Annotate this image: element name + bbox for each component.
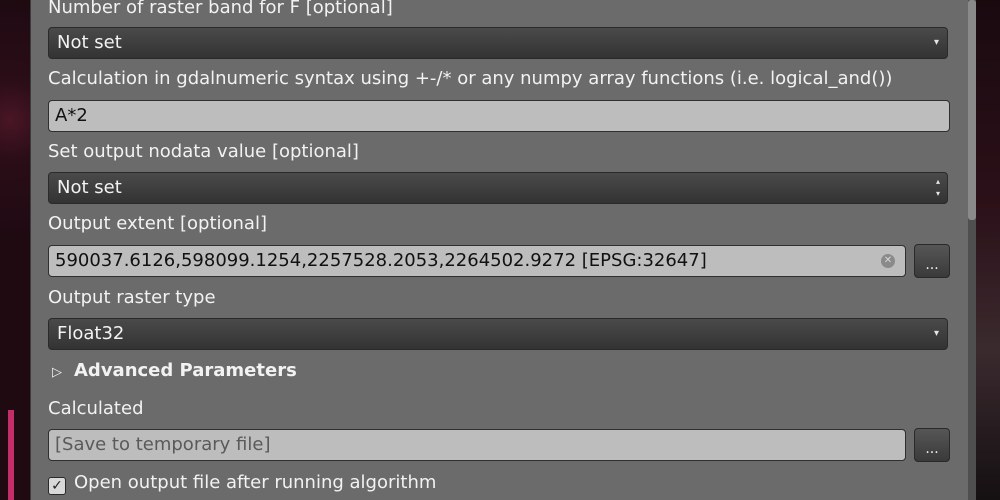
calculation-input[interactable]: A*2 — [48, 100, 950, 132]
background-left — [0, 0, 30, 500]
calculated-label: Calculated — [48, 398, 144, 419]
open-output-option[interactable]: ✓ Open output file after running algorith… — [48, 472, 436, 495]
chevron-down-icon: ▾ — [933, 328, 939, 339]
raster-band-f-label: Number of raster band for F [optional] — [48, 0, 393, 18]
calculated-output-input[interactable]: [Save to temporary file] — [48, 429, 906, 461]
open-output-label: Open output file after running algorithm — [74, 472, 437, 493]
extent-browse-button[interactable]: ... — [914, 244, 950, 278]
raster-band-f-combo[interactable]: Not set ▾ — [48, 27, 948, 59]
spin-arrows[interactable]: ▴ ▾ — [936, 176, 940, 200]
nodata-value: Not set — [57, 177, 122, 198]
raster-band-f-value: Not set — [57, 32, 122, 53]
background-accent-left — [8, 410, 14, 500]
advanced-parameters-toggle[interactable]: ▷ Advanced Parameters — [52, 360, 297, 384]
extent-input[interactable]: 590037.6126,598099.1254,2257528.2053,226… — [48, 245, 906, 277]
raster-type-label: Output raster type — [48, 287, 216, 308]
extent-label: Output extent [optional] — [48, 213, 267, 234]
raster-type-value: Float32 — [57, 323, 125, 344]
calculated-browse-button[interactable]: ... — [914, 428, 950, 462]
clear-icon[interactable]: ✕ — [881, 254, 895, 268]
spin-up-icon[interactable]: ▴ — [936, 177, 940, 186]
expand-triangle-icon: ▷ — [52, 365, 62, 380]
scrollbar-thumb[interactable] — [968, 0, 976, 220]
calculation-label: Calculation in gdalnumeric syntax using … — [48, 68, 893, 89]
spin-down-icon[interactable]: ▾ — [936, 189, 940, 198]
raster-type-combo[interactable]: Float32 ▾ — [48, 318, 948, 350]
chevron-down-icon: ▾ — [933, 37, 939, 48]
nodata-label: Set output nodata value [optional] — [48, 141, 359, 162]
extent-value: 590037.6126,598099.1254,2257528.2053,226… — [55, 250, 707, 271]
open-output-checkbox[interactable]: ✓ — [48, 477, 66, 495]
nodata-spinbox[interactable]: Not set ▴ ▾ — [48, 172, 948, 204]
advanced-parameters-label: Advanced Parameters — [74, 360, 297, 381]
